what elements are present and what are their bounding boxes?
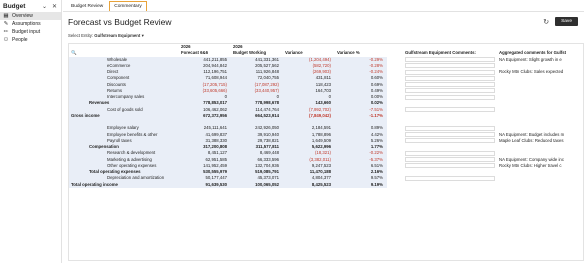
aggregated-comment-cell <box>497 182 577 188</box>
comment-input[interactable] <box>405 138 495 144</box>
comment-input[interactable] <box>405 125 495 131</box>
sidebar-item-label: Budget input <box>12 29 41 35</box>
close-icon[interactable]: ✕ <box>52 3 57 10</box>
sidebar-item-label: Assumptions <box>12 21 41 27</box>
comment-cell <box>403 182 497 188</box>
sidebar-item-label: Overview <box>12 13 33 19</box>
sidebar-item-people[interactable]: ⚇ People <box>0 36 61 44</box>
forecast-cell: 91,639,530 <box>179 181 231 188</box>
tab-bar: Budget Review Commentary <box>63 0 584 12</box>
comment-input[interactable] <box>405 63 495 69</box>
comment-input[interactable] <box>405 175 495 181</box>
comment-input[interactable] <box>405 82 495 88</box>
edit-icon: ✏ <box>3 29 9 35</box>
refresh-icon[interactable]: ↻ <box>543 18 549 26</box>
entity-value: Gulfstream Equipment <box>94 33 141 38</box>
comment-input[interactable] <box>405 163 495 169</box>
sidebar-item-label: People <box>12 37 28 43</box>
search-icon[interactable]: 🔍 <box>71 50 77 55</box>
comment-input[interactable] <box>405 88 495 94</box>
variance-pct-cell: 9.19% <box>335 181 387 188</box>
comment-input[interactable] <box>405 57 495 63</box>
table-row: Total operating income 91,639,530 100,065,… <box>69 181 583 188</box>
app-header: Budget ⌄ ✕ <box>0 0 61 12</box>
sidebar-item-assumptions[interactable]: ✎ Assumptions <box>0 20 61 28</box>
table-body: Wholesale 441,211,855 441,331,361 (1,204,49… <box>69 56 583 188</box>
comment-input[interactable] <box>405 157 495 163</box>
comment-input[interactable] <box>405 94 495 100</box>
grid-icon: ▦ <box>3 13 9 19</box>
sidebar: Budget ⌄ ✕ ▦ Overview ✎ Assumptions ✏ Bu… <box>0 0 62 263</box>
chevron-down-icon[interactable]: ⌄ <box>42 3 47 10</box>
sidebar-item-overview[interactable]: ▦ Overview <box>0 12 61 20</box>
tab-budget-review[interactable]: Budget Review <box>67 2 107 11</box>
sidebar-item-budget-input[interactable]: ✏ Budget input <box>0 28 61 36</box>
chevron-down-icon: ▾ <box>141 33 144 38</box>
page-title: Forecast vs Budget Review <box>68 17 172 27</box>
comment-input[interactable] <box>405 150 495 156</box>
tab-commentary[interactable]: Commentary <box>109 1 147 11</box>
pencil-icon: ✎ <box>3 21 9 27</box>
variance-cell: 8,425,523 <box>283 181 335 188</box>
main-panel: Budget Review Commentary Forecast vs Bud… <box>63 0 584 263</box>
comment-input[interactable] <box>405 132 495 138</box>
app-title: Budget <box>3 2 26 10</box>
comment-input[interactable] <box>405 75 495 81</box>
entity-selector[interactable]: Select Entity: Gulfstream Equipment ▾ <box>68 33 144 39</box>
comment-input[interactable] <box>405 107 495 113</box>
people-icon: ⚇ <box>3 37 9 43</box>
budget-cell: 100,065,052 <box>231 181 283 188</box>
save-button[interactable]: Save <box>555 17 578 26</box>
row-label: Total operating income <box>69 181 179 188</box>
variance-table: 2026 2026 🔍 Forecast 6&6 Budget Working … <box>68 43 584 261</box>
entity-prefix: Select Entity: <box>68 33 94 38</box>
comment-input[interactable] <box>405 69 495 75</box>
